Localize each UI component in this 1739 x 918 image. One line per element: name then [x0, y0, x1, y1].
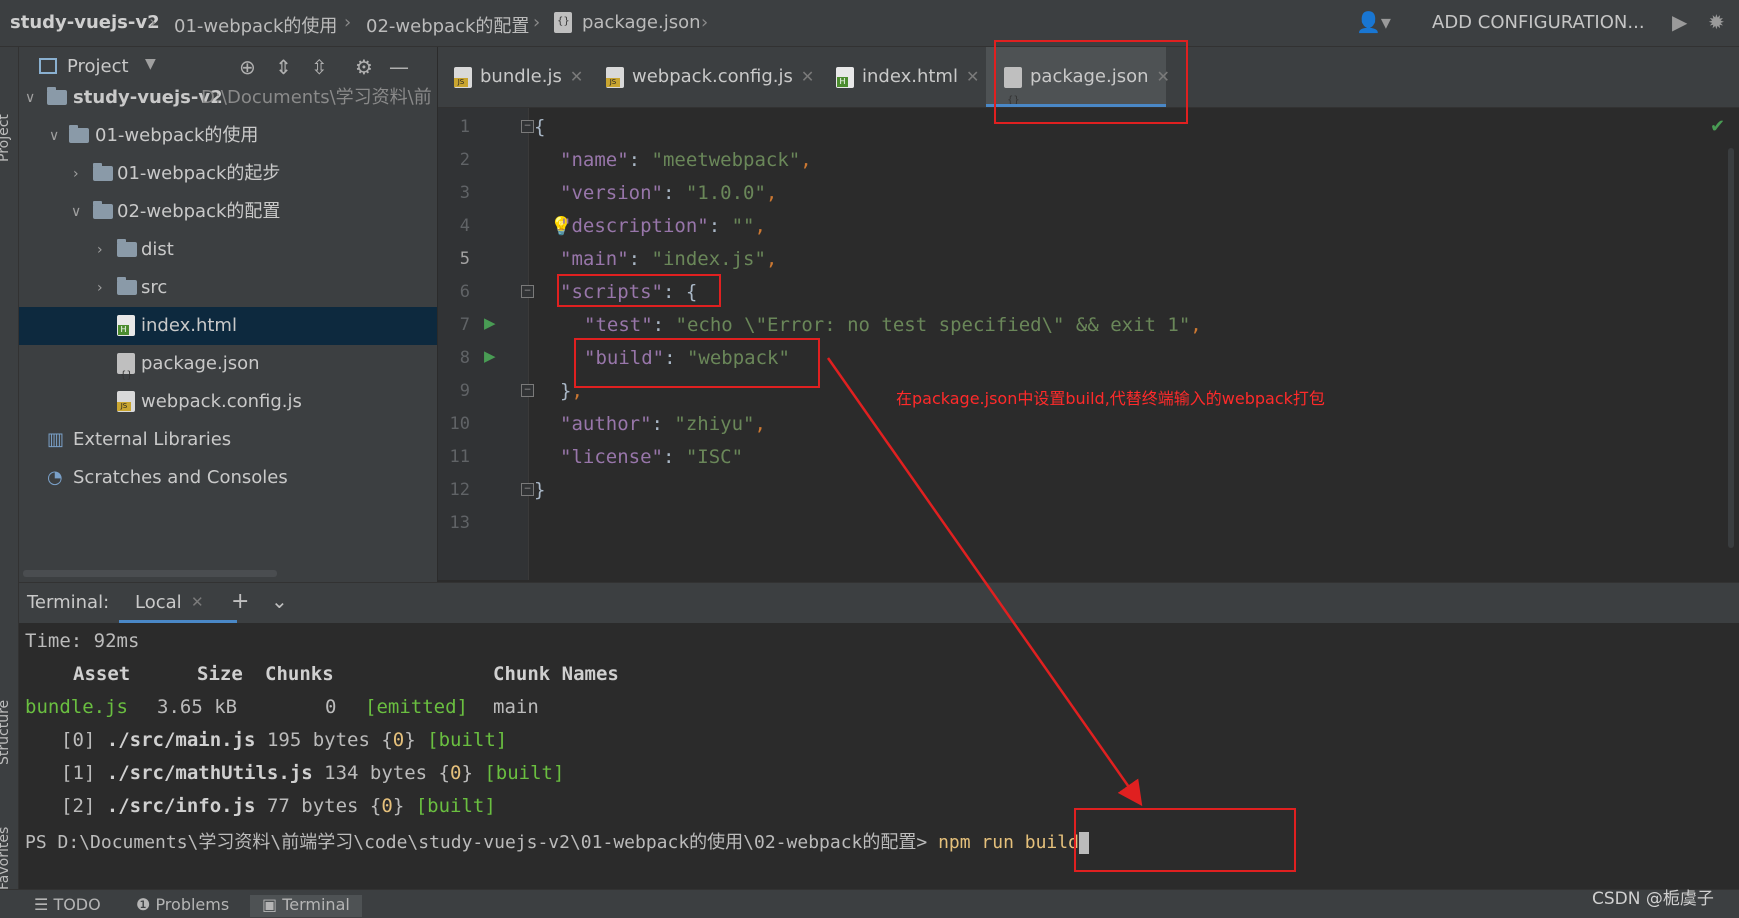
- annotation-arrow: [826, 357, 1143, 807]
- watermark: CSDN @栀虞子: [1592, 889, 1714, 909]
